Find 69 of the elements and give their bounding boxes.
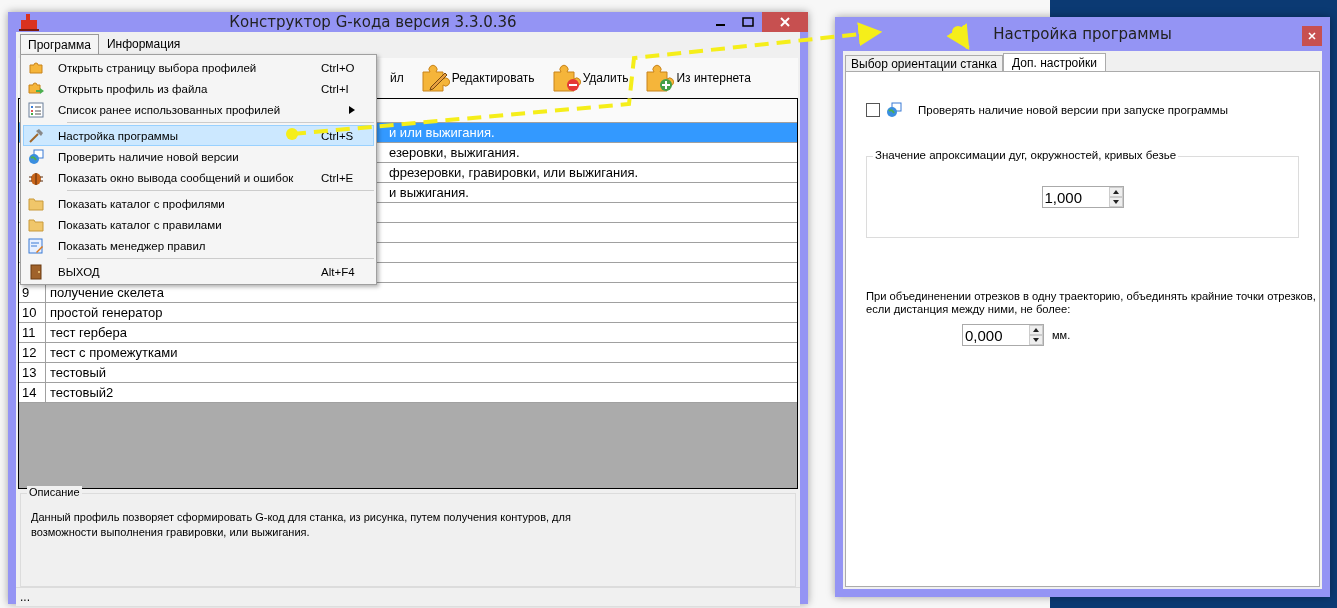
number-spinner[interactable]: 0,000 (962, 324, 1044, 346)
close-button[interactable] (762, 12, 808, 32)
table-cell: и или выжигания. (389, 125, 495, 140)
toolbar-button[interactable]: Редактировать (419, 63, 535, 93)
merge-description: При объединенении отрезков в одну траекторию, объединять крайние точки отрезков, если дистанция между ними, не более: (866, 290, 1316, 316)
form-pencil-icon (28, 237, 44, 254)
door-icon (28, 263, 44, 280)
menu-item[interactable]: ВЫХОД Alt+F4 (23, 261, 374, 282)
close-button[interactable] (1302, 26, 1322, 46)
table-row[interactable]: 9 получение скелета (19, 283, 797, 303)
minimize-icon (715, 24, 725, 26)
menu-item[interactable]: Показать менеджер правил (23, 235, 374, 256)
list-icon (28, 101, 44, 118)
table-cell-text: тест с промежутками (49, 345, 178, 360)
annotation-arrow (946, 23, 970, 51)
window-title: Конструктор G-кода версия 3.3.0.36 (228, 13, 518, 31)
row-number: 9 (22, 285, 30, 300)
hammer-icon (28, 127, 44, 144)
puzzle-minus-icon (550, 63, 581, 93)
status-text: ... (20, 590, 30, 604)
menu-item[interactable]: Открыть профиль из файла Ctrl+I (23, 78, 374, 99)
close-icon (1308, 32, 1316, 40)
maximize-icon (742, 17, 754, 27)
globe-window-icon (886, 102, 902, 118)
toolbar-button[interactable]: йл (390, 71, 404, 85)
description-text: Данный профиль позворяет сформировать G-код для станка, из рисунка, путем получения контуров, для возможности выполнения гравировки, или выжигания. (31, 510, 572, 540)
puzzle-pencil-icon (419, 63, 450, 93)
row-number: 12 (22, 345, 37, 360)
folder-icon (28, 195, 44, 212)
close-icon (780, 17, 790, 27)
row-number: 13 (22, 365, 37, 380)
menu-item[interactable]: Показать каталог с правилами (23, 214, 374, 235)
table-cell: и выжигания. (389, 185, 469, 200)
toolbar-button[interactable]: Из интернета (644, 63, 751, 93)
number-spinner[interactable]: 1,000 (1041, 186, 1124, 208)
puzzle-icon (28, 59, 44, 76)
puzzle-plus-icon (644, 63, 675, 93)
row-number: 14 (22, 385, 37, 400)
dialog-title: Настройка программы (993, 25, 1172, 43)
table-row[interactable]: 11 тест гербера (19, 323, 797, 343)
tab[interactable]: Выбор ориентации станка (845, 55, 1004, 71)
table-cell-text: тестовый2 (49, 385, 114, 400)
checkbox[interactable] (866, 103, 880, 117)
menu-item[interactable]: Открыть страницу выбора профилей Ctrl+O (23, 57, 374, 78)
group-title: Значение апроксимации дуг, окружностей, кривых безье (873, 149, 1179, 161)
table-cell-text: получение скелета (49, 285, 164, 300)
table-cell-text: тестовый (49, 365, 107, 380)
puzzle-arrow-icon (28, 80, 44, 97)
table-cell: фрезеровки, гравировки, или выжигания. (389, 165, 639, 180)
table-row[interactable]: 12 тест с промежутками (19, 343, 797, 363)
menu-item[interactable]: Настройка программы Ctrl+S (23, 125, 374, 146)
globe-window-icon (28, 148, 44, 165)
table-cell: езеровки, выжигания. (389, 145, 520, 160)
table-cell-text: тест гербера (49, 325, 127, 340)
row-number: 10 (22, 305, 37, 320)
table-row[interactable]: 14 тестовый2 (19, 383, 797, 403)
table-row[interactable]: 10 простой генератор (19, 303, 797, 323)
toolbar-button[interactable]: Удалить (550, 63, 629, 93)
group-title: Описание (27, 486, 82, 498)
table-cell-text: простой генератор (49, 305, 163, 320)
checkbox-label: Проверять наличие новой версии при запуске программы (918, 104, 1228, 116)
row-number: 11 (22, 325, 36, 340)
menu-bar-item[interactable]: Информация (98, 34, 189, 54)
menu-bar-item[interactable]: Программа (20, 34, 99, 54)
unit-label: мм. (1052, 329, 1071, 341)
table-row[interactable]: 13 тестовый (19, 363, 797, 383)
tab[interactable]: Доп. настройки (1003, 53, 1106, 71)
machine-icon (18, 12, 40, 32)
folder-icon (28, 216, 44, 233)
